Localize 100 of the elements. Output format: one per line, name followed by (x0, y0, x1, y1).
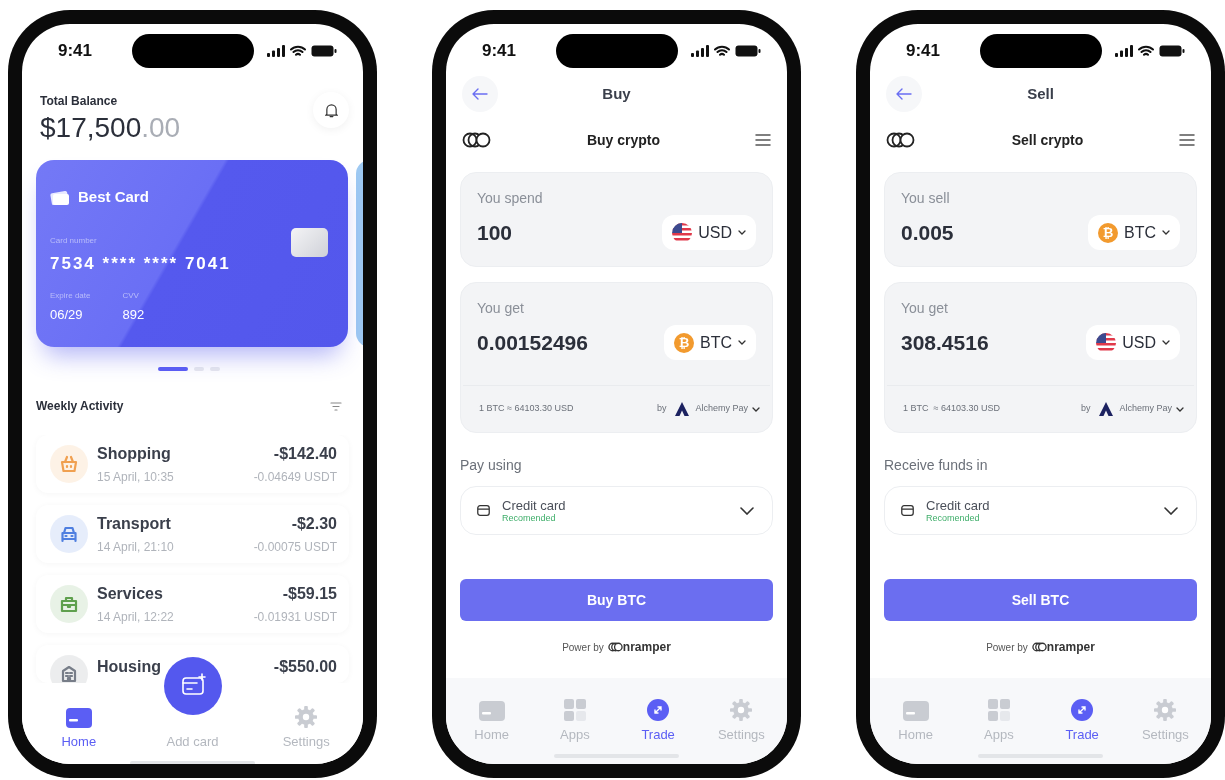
recommended-label: Recomended (926, 512, 981, 524)
balance-amount: $17,500 (40, 111, 142, 145)
us-flag-icon (1096, 332, 1117, 353)
page-title: Buy (602, 83, 631, 104)
brand-name: nramper (1046, 639, 1095, 656)
coins-icon (886, 132, 916, 148)
transaction-card[interactable]: Services 14 April, 12:22 -$59.15 -0.01931 USDT (36, 575, 349, 633)
back-arrow-icon (896, 88, 912, 100)
signal-icon (691, 45, 709, 57)
payment-method-dropdown[interactable]: Credit card Recomended (884, 486, 1197, 535)
crypto-amount: -0.00075 USDT (253, 539, 337, 556)
amount-label: You get (901, 299, 949, 318)
currency-selector[interactable]: ₿ BTC (664, 325, 756, 360)
currency-selector[interactable]: ₿ BTC (1088, 215, 1180, 250)
coins-icon (462, 132, 492, 148)
expiry-date: 06/29 (50, 306, 84, 324)
bitcoin-icon: ₿ (674, 332, 694, 353)
amount-label: You get (477, 299, 525, 318)
balance-cents: .00 (141, 111, 181, 145)
transaction-date: 15 April, 10:35 (97, 469, 175, 486)
nav-tab[interactable]: Trade (641, 724, 675, 744)
recommended-label: Recomended (502, 512, 557, 524)
chevron-down-icon (1164, 506, 1178, 515)
status-time: 9:41 (482, 40, 518, 63)
payment-method-dropdown[interactable]: Credit card Recomended (460, 486, 773, 535)
currency-selector[interactable]: USD (662, 215, 756, 250)
nav-tab[interactable]: Trade (1065, 724, 1099, 744)
amount-input[interactable]: 0.005 (901, 216, 954, 249)
section-title: Weekly Activity (36, 398, 124, 415)
transaction-amount: -$142.40 (273, 444, 337, 464)
signal-icon (267, 45, 285, 57)
bitcoin-icon: ₿ (1098, 222, 1118, 243)
transaction-card[interactable]: Shopping 15 April, 10:35 -$142.40 -0.04649 USDT (36, 435, 349, 493)
chevron-down-icon (740, 506, 754, 515)
transaction-title: Shopping (97, 444, 172, 464)
transaction-card[interactable]: Housing -$550.00 (36, 645, 349, 683)
wifi-icon (1138, 45, 1154, 57)
notification-button[interactable] (313, 92, 349, 128)
brand-logo-icon (1031, 642, 1047, 652)
back-arrow-icon (472, 88, 488, 100)
transaction-date: 14 April, 12:22 (97, 609, 175, 626)
page-title: Sell (1027, 83, 1054, 104)
transaction-title: Services (97, 584, 164, 604)
nav-tab[interactable]: Home (61, 731, 97, 751)
transaction-title: Transport (97, 514, 172, 534)
us-flag-icon (672, 222, 693, 243)
alchemy-logo-icon (673, 402, 692, 416)
primary-action-button[interactable]: Sell BTC (884, 579, 1197, 621)
transaction-amount: -$550.00 (273, 657, 337, 677)
exchange-rate: 1 BTC ≈ 64103.30 USD (903, 402, 1000, 416)
powered-by-label: Power by (562, 640, 604, 655)
balance-label: Total Balance (40, 93, 119, 110)
cvv-label: CVV (122, 290, 140, 302)
wifi-icon (714, 45, 730, 57)
credit-card-icon (901, 505, 914, 516)
transaction-date: 14 April, 21:10 (97, 539, 175, 556)
currency-selector[interactable]: USD (1086, 325, 1180, 360)
amount-input[interactable]: 308.4516 (901, 326, 989, 359)
chevron-down-icon (752, 406, 760, 412)
chevron-down-icon (738, 230, 746, 235)
card-number-label: Card number (50, 234, 98, 247)
amount-input[interactable]: 100 (477, 216, 513, 249)
chevron-down-icon (1162, 230, 1170, 235)
widget-title: Sell crypto (1011, 130, 1084, 150)
status-time: 9:41 (906, 40, 942, 63)
chevron-down-icon (738, 340, 746, 345)
transaction-amount: -$59.15 (282, 584, 337, 604)
provider-selector[interactable]: by Alchemy Pay (1080, 402, 1184, 416)
alchemy-logo-icon (1097, 402, 1116, 416)
card-name: Best Card (78, 187, 149, 207)
cvv-value: 892 (122, 306, 145, 324)
chevron-down-icon (1176, 406, 1184, 412)
amount-input[interactable]: 0.00152496 (477, 326, 588, 359)
expiry-label: Expire date (50, 290, 91, 302)
battery-icon (311, 45, 337, 57)
amount-label: You sell (901, 189, 951, 208)
back-button[interactable] (886, 76, 922, 112)
payment-method-label: Pay using (460, 456, 523, 475)
primary-action-button[interactable]: Buy BTC (460, 579, 773, 621)
menu-icon[interactable] (1179, 134, 1195, 146)
add-card-button[interactable] (164, 657, 222, 715)
powered-by-label: Power by (986, 640, 1028, 655)
card-chip-drawing (291, 228, 328, 257)
back-button[interactable] (462, 76, 498, 112)
crypto-amount: -0.01931 USDT (253, 609, 337, 626)
payment-method-name: Credit card (926, 497, 991, 513)
payment-method-name: Credit card (502, 497, 567, 513)
wifi-icon (290, 45, 306, 57)
chevron-down-icon (1162, 340, 1170, 345)
provider-selector[interactable]: by Alchemy Pay (656, 402, 760, 416)
exchange-rate: 1 BTC ≈ 64103.30 USD (479, 402, 574, 416)
brand-logo-icon (607, 642, 623, 652)
status-time: 9:41 (58, 40, 94, 63)
bank-card[interactable]: Best Card Card number 7534 **** **** 7041 Expire date 06/29 CVV 892 (36, 160, 348, 347)
card-logo-icon (50, 189, 70, 206)
menu-icon[interactable] (755, 134, 771, 146)
credit-card-icon (477, 505, 490, 516)
signal-icon (1115, 45, 1133, 57)
transaction-card[interactable]: Transport 14 April, 21:10 -$2.30 -0.00075 USDT (36, 505, 349, 563)
card-number: 7534 **** **** 7041 (50, 252, 232, 275)
